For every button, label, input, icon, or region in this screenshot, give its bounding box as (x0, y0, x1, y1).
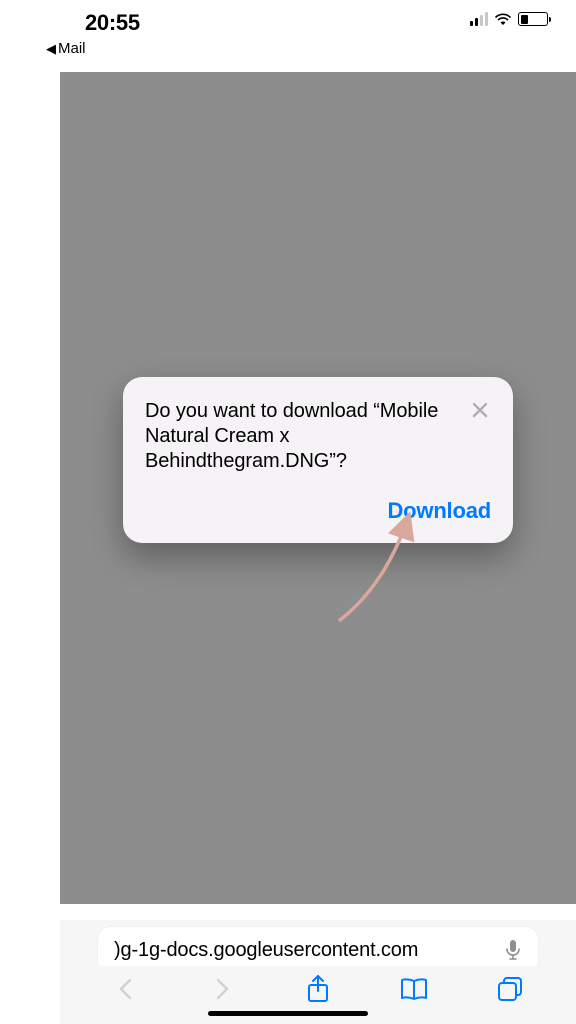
download-button[interactable]: Download (387, 498, 491, 524)
bookmarks-button[interactable] (397, 972, 431, 1006)
back-to-app-button[interactable]: ◀ Mail (46, 40, 86, 57)
nav-back-button (109, 972, 143, 1006)
download-alert-container: Do you want to download “Mobile Natural … (60, 72, 576, 904)
address-url: )g-1g-docs.googleusercontent.com (114, 939, 494, 962)
close-button[interactable] (469, 399, 491, 421)
wifi-icon (494, 12, 512, 26)
chevron-right-icon (212, 975, 232, 1003)
cellular-signal-icon (470, 12, 488, 26)
close-icon (471, 401, 489, 419)
status-right-icons (470, 12, 548, 26)
tabs-icon (496, 975, 524, 1003)
left-margin (0, 0, 60, 1024)
chevron-left-icon (116, 975, 136, 1003)
status-time: 20:55 (85, 10, 140, 36)
download-alert: Do you want to download “Mobile Natural … (123, 377, 513, 544)
status-bar: 20:55 ◀ Mail (0, 0, 576, 72)
nav-forward-button (205, 972, 239, 1006)
battery-icon (518, 12, 548, 26)
book-icon (399, 976, 429, 1002)
share-icon (305, 974, 331, 1004)
alert-message: Do you want to download “Mobile Natural … (145, 399, 491, 475)
back-app-label: Mail (58, 40, 86, 57)
mic-icon[interactable] (504, 938, 522, 962)
home-indicator[interactable] (208, 1011, 368, 1016)
tabs-button[interactable] (493, 972, 527, 1006)
back-chevron-icon: ◀ (46, 41, 56, 57)
share-button[interactable] (301, 972, 335, 1006)
